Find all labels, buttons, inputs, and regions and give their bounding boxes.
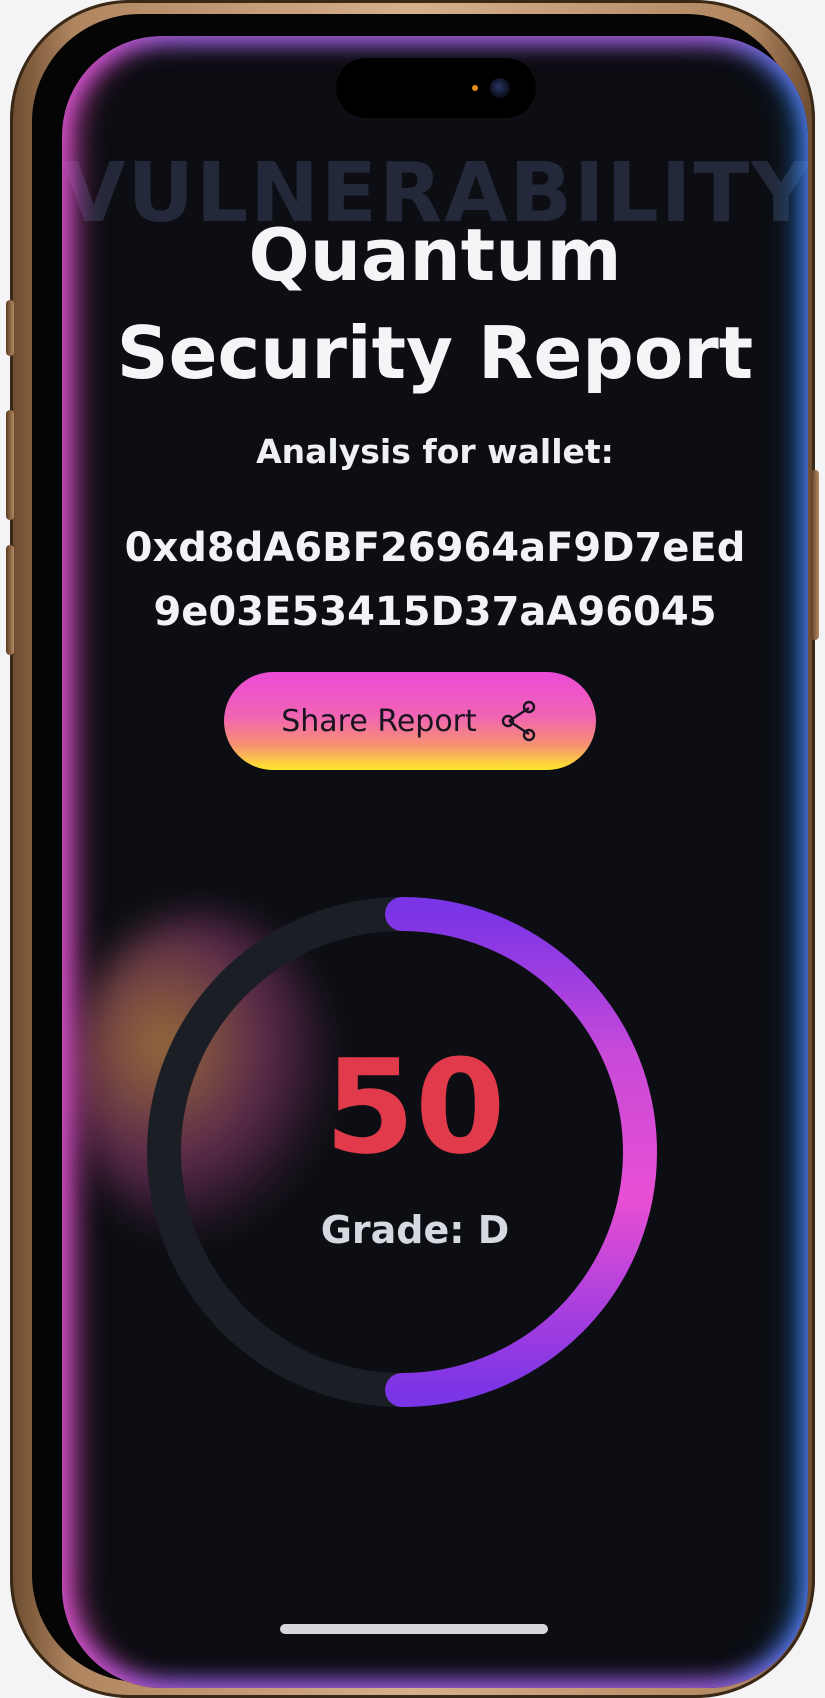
wallet-address-line-2: 9e03E53415D37aA96045 [153, 589, 717, 635]
page-title: Quantum Security Report [62, 206, 808, 402]
volume-up-button [6, 410, 14, 520]
share-report-label: Share Report [281, 703, 477, 739]
front-camera [490, 78, 510, 98]
screen: VULNERABILITY Quantum Security Report An… [62, 36, 808, 1688]
home-indicator[interactable] [280, 1624, 548, 1634]
privacy-indicator-dot [472, 85, 478, 91]
wallet-address-line-1: 0xd8dA6BF26964aF9D7eEd [124, 525, 746, 571]
page-title-line-2: Security Report [116, 311, 754, 395]
volume-down-button [6, 545, 14, 655]
share-report-button[interactable]: Share Report [224, 672, 596, 770]
grade-label: Grade: D [320, 1208, 510, 1252]
action-button [6, 300, 14, 356]
power-button [811, 470, 819, 640]
bezel: VULNERABILITY Quantum Security Report An… [32, 14, 808, 1688]
score-value: 50 [324, 1031, 506, 1183]
page-title-line-1: Quantum [248, 213, 622, 297]
share-icon [501, 700, 535, 742]
dynamic-island [336, 58, 536, 118]
phone-frame: VULNERABILITY Quantum Security Report An… [6, 0, 819, 1698]
wallet-label: Analysis for wallet: [256, 432, 614, 471]
wallet-address: 0xd8dA6BF26964aF9D7eEd 9e03E53415D37aA96… [62, 516, 808, 644]
